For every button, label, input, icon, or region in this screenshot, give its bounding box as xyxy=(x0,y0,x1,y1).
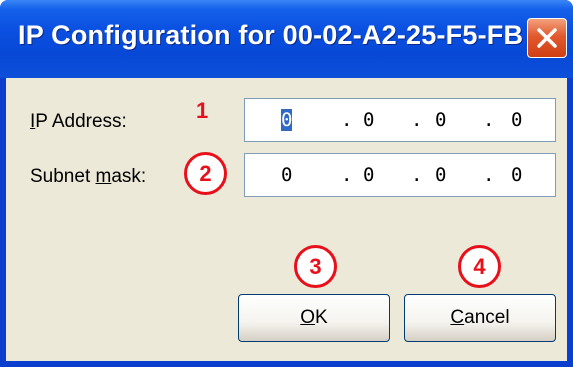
cancel-button[interactable]: Cancel xyxy=(404,294,556,342)
ip-address-input[interactable]: 0 . 0 . 0 . 0 xyxy=(244,98,556,142)
subnet-octet-3[interactable]: 0 xyxy=(435,164,446,186)
subnet-octet-4[interactable]: 0 xyxy=(511,164,522,186)
ip-octet-1[interactable]: 0 xyxy=(281,109,293,131)
ip-address-label: IP Address: xyxy=(30,111,127,132)
ip-configuration-dialog: IP Configuration for 00-02-A2-25-F5-FB I… xyxy=(0,0,573,367)
ip-separator: . xyxy=(483,109,495,131)
subnet-separator: . xyxy=(483,164,495,186)
subnet-separator: . xyxy=(341,164,353,186)
ip-separator: . xyxy=(341,109,353,131)
subnet-octet-1[interactable]: 0 xyxy=(281,164,292,186)
annotation-marker-3: 3 xyxy=(294,245,337,288)
close-icon xyxy=(537,28,557,48)
ip-octet-2[interactable]: 0 xyxy=(363,109,374,131)
ip-separator: . xyxy=(411,109,423,131)
annotation-marker-1: 1 xyxy=(196,98,209,123)
annotation-marker-4: 4 xyxy=(458,245,501,288)
subnet-mask-input[interactable]: 0 . 0 . 0 . 0 xyxy=(244,153,556,197)
subnet-octet-2[interactable]: 0 xyxy=(363,164,374,186)
dialog-body: IP Address: 1 0 . 0 . 0 . 0 Subnet mask:… xyxy=(6,78,567,361)
ip-octet-3[interactable]: 0 xyxy=(435,109,446,131)
subnet-separator: . xyxy=(411,164,423,186)
title-bar[interactable]: IP Configuration for 00-02-A2-25-F5-FB xyxy=(0,0,573,78)
ok-button[interactable]: OK xyxy=(238,294,390,342)
window-title: IP Configuration for 00-02-A2-25-F5-FB xyxy=(18,20,524,50)
ip-octet-4[interactable]: 0 xyxy=(511,109,522,131)
annotation-marker-2: 2 xyxy=(184,152,227,195)
close-button[interactable] xyxy=(527,18,567,58)
subnet-mask-label: Subnet mask: xyxy=(30,166,147,187)
